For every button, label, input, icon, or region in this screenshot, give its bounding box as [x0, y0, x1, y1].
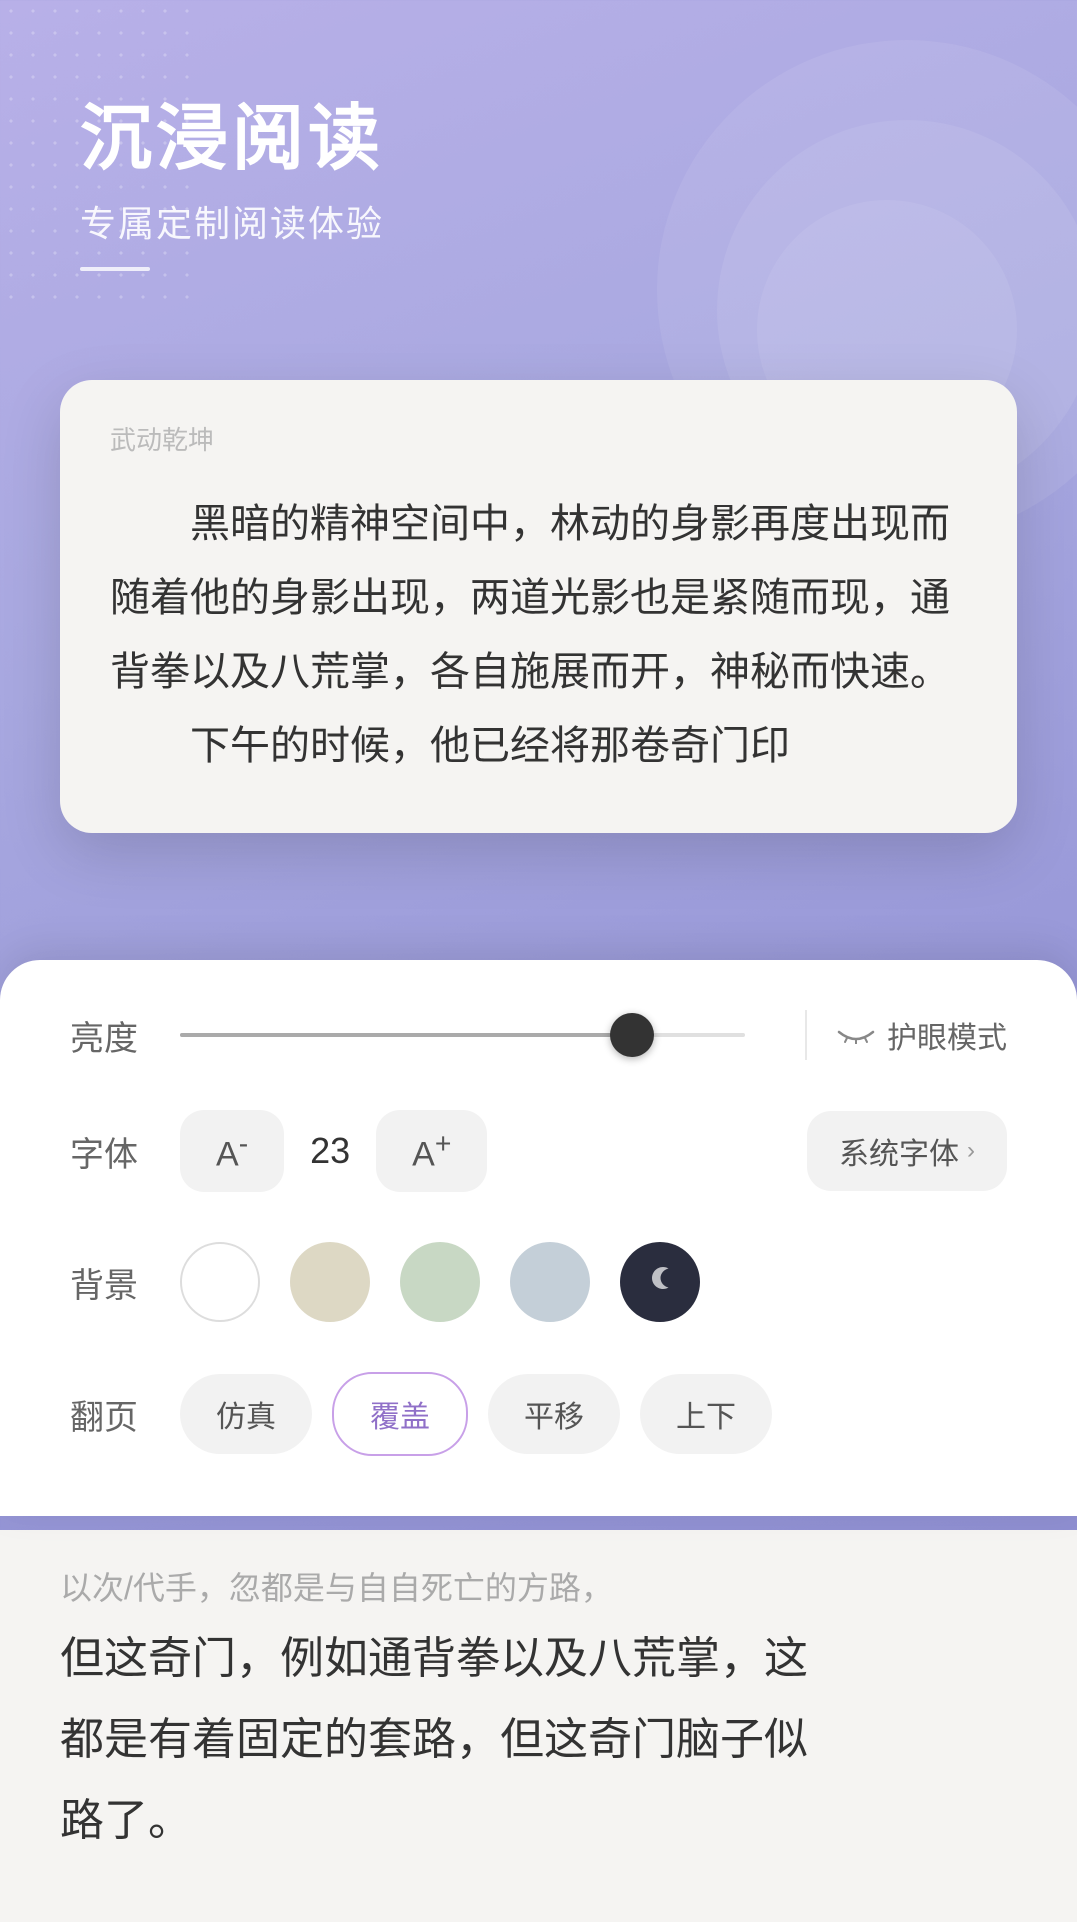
pageturn-cover-button[interactable]: 覆盖: [332, 1372, 468, 1456]
background-row: 背景: [70, 1242, 1007, 1322]
eye-mode-label: 护眼模式: [887, 1013, 1007, 1057]
font-size-value: 23: [300, 1130, 360, 1172]
bottom-text-partial: 以次/代手，忽都是与自自死亡的方路，: [60, 1560, 1017, 1618]
slider-thumb[interactable]: [610, 1013, 654, 1057]
slider-track: [180, 1033, 745, 1037]
moon-icon: [643, 1261, 677, 1303]
font-decrease-button[interactable]: A-: [180, 1110, 284, 1192]
pageturn-row: 翻页 仿真 覆盖 平移 上下: [70, 1372, 1007, 1456]
font-controls: A- 23 A+: [180, 1110, 807, 1192]
eye-icon: [837, 1019, 875, 1051]
pageturn-label: 翻页: [70, 1390, 180, 1439]
bottom-text-area: 以次/代手，忽都是与自自死亡的方路， 但这奇门，例如通背拳以及八荒掌，这 都是有…: [0, 1530, 1077, 1922]
book-title: 武动乾坤: [110, 420, 967, 457]
pageturn-slide-button[interactable]: 平移: [488, 1374, 620, 1454]
slider-fill: [180, 1033, 632, 1037]
bg-option-white[interactable]: [180, 1242, 260, 1322]
bg-option-dark[interactable]: [620, 1242, 700, 1322]
page-subtitle: 专属定制阅读体验: [80, 195, 384, 247]
bottom-line-2: 都是有着固定的套路，但这奇门脑子似: [60, 1699, 1017, 1780]
bg-option-green[interactable]: [400, 1242, 480, 1322]
background-options: [180, 1242, 1007, 1322]
header: 沉浸阅读 专属定制阅读体验: [80, 100, 384, 271]
pageturn-scroll-button[interactable]: 上下: [640, 1374, 772, 1454]
chevron-right-icon: ›: [967, 1137, 975, 1165]
font-increase-button[interactable]: A+: [376, 1110, 487, 1192]
font-family-button[interactable]: 系统字体 ›: [807, 1111, 1007, 1191]
header-divider: [80, 267, 150, 271]
bg-option-blue[interactable]: [510, 1242, 590, 1322]
reading-content: 黑暗的精神空间中，林动的身影再度出现而随着他的身影出现，两道光影也是紧随而现，通…: [110, 487, 967, 783]
reading-paragraph-2: 下午的时候，他已经将那卷奇门印: [110, 709, 967, 783]
pageturn-options: 仿真 覆盖 平移 上下: [180, 1372, 1007, 1456]
eye-mode-toggle[interactable]: 护眼模式: [837, 1013, 1007, 1057]
brightness-label: 亮度: [70, 1011, 180, 1060]
font-family-label: 系统字体: [839, 1129, 959, 1173]
settings-panel: 亮度 护眼模式 字体 A- 23: [0, 960, 1077, 1516]
font-row: 字体 A- 23 A+ 系统字体 ›: [70, 1110, 1007, 1192]
bottom-line-1: 但这奇门，例如通背拳以及八荒掌，这: [60, 1618, 1017, 1699]
background-label: 背景: [70, 1258, 180, 1307]
pageturn-simulation-button[interactable]: 仿真: [180, 1374, 312, 1454]
bg-option-beige[interactable]: [290, 1242, 370, 1322]
font-label: 字体: [70, 1127, 180, 1176]
brightness-divider: [805, 1010, 807, 1060]
reading-paragraph-1: 黑暗的精神空间中，林动的身影再度出现而随着他的身影出现，两道光影也是紧随而现，通…: [110, 487, 967, 709]
reading-card: 武动乾坤 黑暗的精神空间中，林动的身影再度出现而随着他的身影出现，两道光影也是紧…: [60, 380, 1017, 833]
bottom-text-main: 但这奇门，例如通背拳以及八荒掌，这 都是有着固定的套路，但这奇门脑子似 路了。: [60, 1618, 1017, 1862]
brightness-slider-container: [180, 1033, 745, 1037]
brightness-row: 亮度 护眼模式: [70, 1010, 1007, 1060]
bottom-line-3: 路了。: [60, 1780, 1017, 1861]
page-title: 沉浸阅读: [80, 100, 384, 179]
